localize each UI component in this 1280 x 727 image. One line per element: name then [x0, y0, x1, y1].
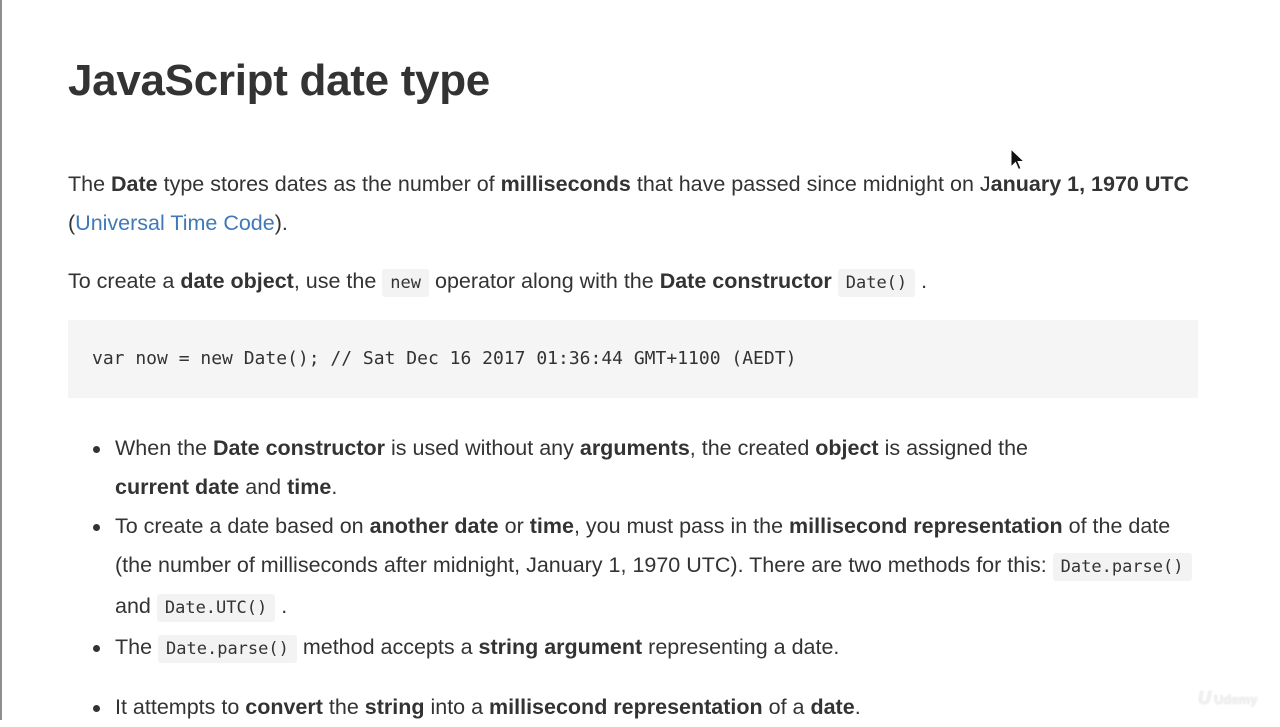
list-item: The Date.parse() method accepts a string…: [93, 628, 1198, 669]
bold-term: milliseconds: [500, 172, 631, 196]
text: is assigned the: [878, 436, 1029, 460]
text: When the: [115, 436, 213, 460]
text: representing a date.: [642, 635, 840, 659]
intro-paragraph: The Date type stores dates as the number…: [68, 165, 1198, 243]
text: To create a date based on: [115, 514, 370, 538]
window-left-border: [0, 0, 2, 720]
text: , the created: [689, 436, 816, 460]
list-item: When the Date constructor is used withou…: [93, 429, 1198, 507]
text: , use the: [293, 269, 383, 293]
text: .: [915, 269, 928, 293]
udemy-logo-icon: U: [1198, 688, 1211, 708]
text: .: [331, 475, 338, 499]
text: that have passed since midnight on J: [630, 172, 991, 196]
text: , you must pass in the: [573, 514, 790, 538]
inline-code: Date(): [837, 269, 916, 297]
list-item: It attempts to convert the string into a…: [93, 688, 1198, 727]
text: The: [115, 635, 159, 659]
bold-term: Date constructor: [213, 436, 386, 460]
udemy-watermark: U Udemy: [1198, 688, 1257, 709]
bold-term: another date: [369, 514, 499, 538]
text: The: [68, 172, 112, 196]
text: and: [115, 594, 157, 618]
inline-code: Date.UTC(): [156, 594, 276, 622]
inline-code: Date.parse(): [158, 635, 297, 663]
bold-term: millisecond representation: [789, 514, 1063, 538]
code-line: var now = new Date(); // Sat Dec 16 2017…: [92, 348, 797, 369]
bold-term: Date constructor: [659, 269, 832, 293]
bold-term: arguments: [579, 436, 690, 460]
text: the: [322, 695, 365, 719]
bold-term: anuary 1, 1970 UTC: [990, 172, 1190, 196]
text: type stores dates as the number of: [157, 172, 501, 196]
text: of a: [762, 695, 811, 719]
bold-term: time: [287, 475, 332, 499]
bold-term: millisecond representation: [489, 695, 763, 719]
bold-term: Date: [111, 172, 158, 196]
bold-term: date object: [180, 269, 294, 293]
text: .: [854, 695, 861, 719]
inline-code: new: [382, 269, 430, 297]
text: To create a: [68, 269, 181, 293]
text: into a: [424, 695, 490, 719]
date-object-paragraph: To create a date object, use the new ope…: [68, 262, 1198, 303]
code-block: var now = new Date(); // Sat Dec 16 2017…: [68, 320, 1198, 398]
universal-time-code-link[interactable]: Universal Time Code: [75, 211, 275, 235]
list-item: To create a date based on another date o…: [93, 507, 1198, 628]
bold-term: object: [815, 436, 879, 460]
text: It attempts to: [115, 695, 246, 719]
text: .: [275, 594, 288, 618]
text: method accepts a: [296, 635, 479, 659]
bold-term: date: [810, 695, 855, 719]
watermark-text: Udemy: [1214, 692, 1258, 707]
bullet-list: When the Date constructor is used withou…: [68, 429, 1198, 727]
bold-term: string argument: [478, 635, 643, 659]
text: is used without any: [385, 436, 580, 460]
text: and: [239, 475, 288, 499]
text: or: [498, 514, 530, 538]
bold-term: convert: [245, 695, 323, 719]
bold-term: string: [364, 695, 425, 719]
text: operator along with the: [429, 269, 660, 293]
bold-term: time: [529, 514, 574, 538]
inline-code: Date.parse(): [1052, 553, 1192, 581]
bold-term: current date: [115, 475, 240, 499]
page-title: JavaScript date type: [68, 56, 490, 105]
mouse-pointer-icon: [1010, 148, 1026, 171]
text: ).: [274, 211, 288, 235]
